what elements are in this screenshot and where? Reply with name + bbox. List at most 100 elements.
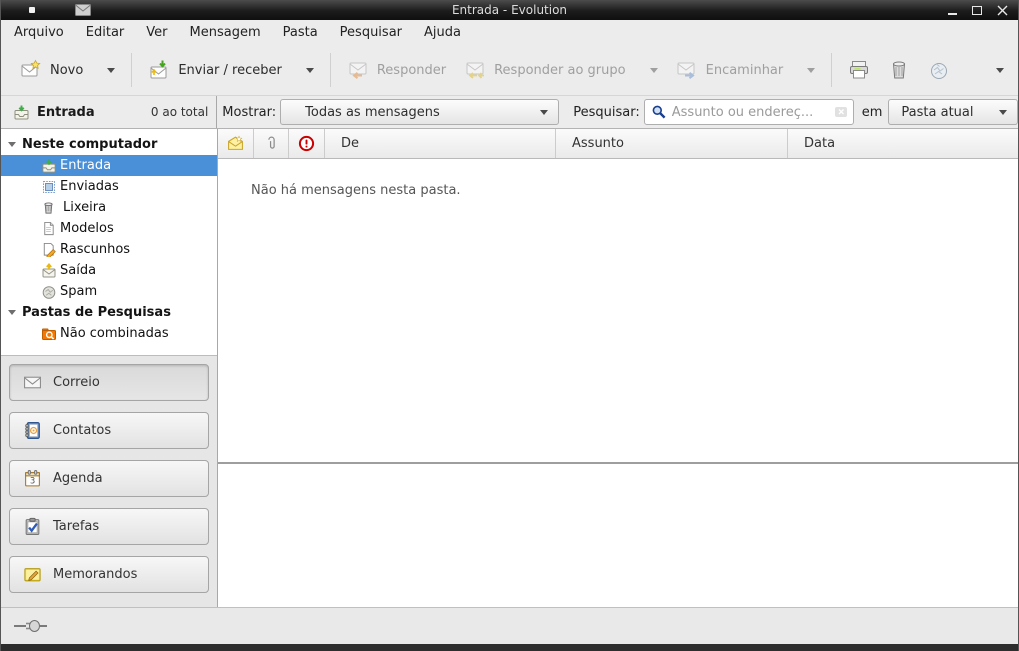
switcher-label: Tarefas	[53, 519, 99, 534]
online-plug-icon[interactable]	[13, 618, 55, 634]
menu-arquivo[interactable]: Arquivo	[3, 21, 75, 44]
memo-note-icon	[23, 565, 42, 584]
view-switcher: Correio	[1, 355, 217, 607]
switcher-label: Memorandos	[53, 567, 137, 582]
search-icon[interactable]	[651, 104, 667, 120]
folder-item-label: Enviadas	[60, 179, 119, 194]
toolbar-separator	[831, 53, 832, 87]
folder-item-saida[interactable]: Saída	[1, 260, 217, 281]
folder-item-enviadas[interactable]: Enviadas	[1, 176, 217, 197]
print-button[interactable]	[839, 51, 879, 89]
folder-item-entrada[interactable]: Entrada	[1, 155, 217, 176]
forward-dropdown-icon[interactable]	[807, 68, 815, 73]
tree-group-this-computer[interactable]: Neste computador	[1, 134, 217, 155]
reply-group-button[interactable]: Responder ao grupo	[455, 51, 667, 89]
new-dropdown-icon[interactable]	[107, 68, 115, 73]
outbox-icon	[40, 263, 57, 279]
close-icon[interactable]	[997, 5, 1008, 16]
menu-editar[interactable]: Editar	[75, 21, 136, 44]
reply-group-dropdown-icon[interactable]	[650, 68, 658, 73]
switcher-memorandos-button[interactable]: Memorandos	[9, 556, 209, 593]
menu-pasta[interactable]: Pasta	[272, 21, 329, 44]
column-important[interactable]	[289, 129, 325, 158]
switcher-tarefas-button[interactable]: Tarefas	[9, 508, 209, 545]
delete-button[interactable]	[879, 51, 919, 89]
mail-icon	[23, 373, 42, 392]
folder-item-label: Não combinadas	[60, 326, 169, 341]
menu-pesquisar[interactable]: Pesquisar	[329, 21, 413, 44]
column-from-label: De	[341, 136, 359, 151]
new-button[interactable]: Novo	[11, 51, 124, 89]
tree-group-search-folders[interactable]: Pastas de Pesquisas	[1, 302, 217, 323]
folder-item-spam[interactable]: Spam	[1, 281, 217, 302]
attachment-icon	[264, 136, 279, 151]
show-filter-dropdown[interactable]: Todas as mensagens	[280, 99, 559, 125]
sent-stamp-icon	[40, 179, 57, 195]
folder-item-label: Entrada	[60, 158, 111, 173]
search-scope-value: Pasta atual	[901, 105, 973, 120]
trash-icon	[40, 200, 57, 215]
current-folder-name: Entrada	[37, 105, 95, 120]
tasks-clipboard-icon	[23, 517, 42, 536]
switcher-correio-button[interactable]: Correio	[9, 364, 209, 401]
maximize-icon[interactable]	[972, 6, 982, 15]
window-title: Entrada - Evolution	[1, 3, 1018, 17]
menu-ver[interactable]: Ver	[135, 21, 178, 44]
document-icon	[40, 221, 57, 236]
junk-button[interactable]	[919, 51, 959, 89]
spam-crumpled-icon	[40, 284, 57, 300]
column-attachment[interactable]	[254, 129, 289, 158]
menu-mensagem[interactable]: Mensagem	[179, 21, 272, 44]
toolbar-overflow-icon[interactable]	[996, 68, 1004, 73]
main-area: Neste computador Entrada	[1, 129, 1018, 607]
column-date[interactable]: Data	[788, 129, 1018, 158]
column-date-label: Data	[804, 136, 835, 151]
toolbar: Novo Enviar / receber	[1, 45, 1018, 95]
message-count: 0 ao total	[151, 105, 208, 119]
show-filter-value: Todas as mensagens	[305, 105, 440, 120]
folder-item-label: Spam	[60, 284, 97, 299]
svg-text:3: 3	[30, 475, 35, 485]
folder-item-label: Modelos	[60, 221, 114, 236]
switcher-label: Contatos	[53, 423, 111, 438]
inbox-icon	[40, 158, 57, 174]
search-input[interactable]	[672, 105, 829, 120]
menu-ajuda[interactable]: Ajuda	[413, 21, 472, 44]
evolution-window: Entrada - Evolution Arquivo Editar Ver M…	[0, 0, 1019, 651]
new-button-label: Novo	[50, 63, 83, 78]
switcher-label: Correio	[53, 375, 100, 390]
switcher-contatos-button[interactable]: Contatos	[9, 412, 209, 449]
contacts-book-icon	[23, 421, 42, 440]
status-bar	[1, 607, 1018, 644]
reply-label: Responder	[377, 63, 446, 78]
folder-item-modelos[interactable]: Modelos	[1, 218, 217, 239]
calendar-icon: 3	[23, 469, 42, 488]
sidebar: Neste computador Entrada	[1, 129, 218, 607]
forward-button[interactable]: Encaminhar	[667, 51, 825, 89]
expander-icon[interactable]	[8, 142, 16, 147]
switcher-agenda-button[interactable]: 3 Agenda	[9, 460, 209, 497]
column-subject[interactable]: Assunto	[556, 129, 788, 158]
search-scope-dropdown[interactable]: Pasta atual	[888, 99, 1018, 125]
toolbar-separator	[131, 53, 132, 87]
clear-icon[interactable]	[834, 105, 848, 119]
folder-item-lixeira[interactable]: Lixeira	[1, 197, 217, 218]
column-from[interactable]: De	[325, 129, 556, 158]
forward-label: Encaminhar	[706, 63, 784, 78]
toolbar-separator	[330, 53, 331, 87]
important-icon	[298, 135, 315, 152]
message-list: Não há mensagens nesta pasta.	[218, 159, 1018, 462]
folder-item-nao-combinadas[interactable]: Não combinadas	[1, 323, 217, 344]
send-receive-button[interactable]: Enviar / receber	[139, 51, 323, 89]
switcher-label: Agenda	[53, 471, 103, 486]
reply-group-icon	[464, 59, 486, 81]
folder-item-rascunhos[interactable]: Rascunhos	[1, 239, 217, 260]
minimize-icon[interactable]	[948, 13, 957, 15]
send-receive-dropdown-icon[interactable]	[306, 68, 314, 73]
empty-folder-text: Não há mensagens nesta pasta.	[251, 183, 461, 198]
column-status[interactable]	[218, 129, 254, 158]
reply-button[interactable]: Responder	[338, 51, 455, 89]
expander-icon[interactable]	[8, 310, 16, 315]
titlebar: Entrada - Evolution	[1, 0, 1018, 20]
window-bottom-edge	[1, 644, 1018, 651]
